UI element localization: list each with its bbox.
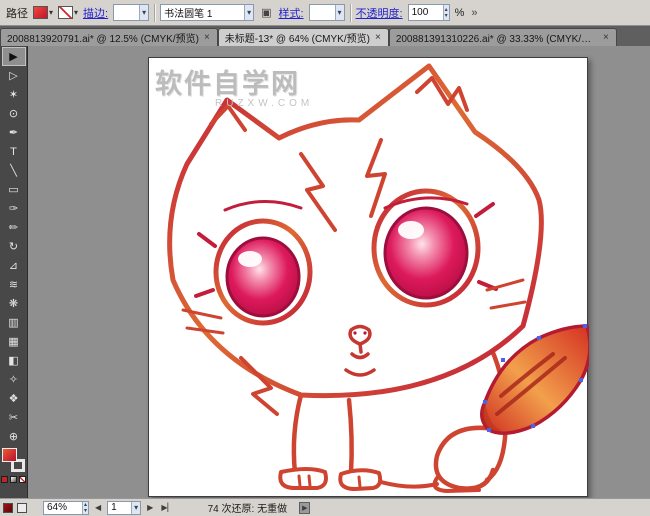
brush-combo[interactable]: 书法圆笔 1 ▾ [160, 4, 254, 21]
scale-tool[interactable]: ⊿ [2, 256, 26, 275]
mini-fill-swatch[interactable] [3, 503, 13, 513]
opacity-input[interactable]: 100 ▴▾ [408, 4, 450, 21]
none-button[interactable] [19, 476, 26, 483]
chevron-down-icon: ▾ [131, 502, 140, 514]
main-area: ▶▷✶⊙✒T╲▭✑✏↻⊿≋❋▥▦◧✧❖✂⊕ [0, 46, 650, 498]
tab-label: 200881391310226.ai* @ 33.33% (CMYK/预览) [396, 30, 598, 45]
tab-close-icon[interactable]: × [203, 32, 211, 43]
opacity-value: 100 [412, 7, 429, 18]
zoom-value: 64% [47, 502, 67, 513]
artboard-number: 1 [111, 502, 117, 513]
tools-column: ▶▷✶⊙✒T╲▭✑✏↻⊿≋❋▥▦◧✧❖✂⊕ [2, 47, 26, 446]
document-tab-3[interactable]: 200881391310226.ai* @ 33.33% (CMYK/预览) × [389, 28, 617, 46]
style-link[interactable]: 样式: [279, 5, 304, 21]
status-expand-button[interactable]: ▶ [299, 502, 310, 514]
chevron-down-icon: ▾ [74, 8, 78, 17]
chevron-down-icon: ▾ [139, 5, 148, 20]
rectangle-tool[interactable]: ▭ [2, 180, 26, 199]
stroke-color-swatch[interactable]: ▾ [58, 6, 78, 19]
warp-tool[interactable]: ≋ [2, 275, 26, 294]
magic-wand-tool[interactable]: ✶ [2, 85, 26, 104]
stroke-none-icon [58, 6, 73, 19]
paintbrush-tool[interactable]: ✑ [2, 199, 26, 218]
chevron-down-icon: ▾ [244, 5, 253, 20]
selection-tool[interactable]: ▶ [2, 47, 26, 66]
tab-label: 未标题-13* @ 64% (CMYK/预览) [225, 30, 370, 45]
symbol-sprayer-tool[interactable]: ❋ [2, 294, 26, 313]
chevron-down-icon: ▾ [335, 5, 344, 20]
opacity-unit: % [455, 7, 465, 19]
tab-bar: 2008813920791.ai* @ 12.5% (CMYK/预览)×未标题-… [0, 26, 650, 46]
line-tool[interactable]: ╲ [2, 161, 26, 180]
opacity-link[interactable]: 不透明度: [356, 5, 403, 21]
illustrator-window: 路径 ▾ ▾ 描边: ▾ 书法圆笔 1 ▾ ▣ 样式: ▾ 不透明度: 100 … [0, 0, 650, 516]
document-tab-1[interactable]: 2008813920791.ai* @ 12.5% (CMYK/预览) × [0, 28, 218, 46]
type-tool[interactable]: T [2, 142, 26, 161]
pencil-tool[interactable]: ✏ [2, 218, 26, 237]
fill-stroke-indicator[interactable] [2, 448, 26, 472]
stroke-link[interactable]: 描边: [83, 5, 108, 21]
tab-label: 2008813920791.ai* @ 12.5% (CMYK/预览) [7, 30, 199, 45]
tools-panel: ▶▷✶⊙✒T╲▭✑✏↻⊿≋❋▥▦◧✧❖✂⊕ [0, 46, 28, 498]
separator [350, 4, 351, 22]
path-label: 路径 [6, 5, 28, 21]
mesh-tool[interactable]: ▦ [2, 332, 26, 351]
blend-tool[interactable]: ❖ [2, 389, 26, 408]
pen-tool[interactable]: ✒ [2, 123, 26, 142]
tab-close-icon[interactable]: × [374, 32, 382, 43]
fill-color-swatch[interactable]: ▾ [33, 6, 53, 19]
overflow-chevron-icon[interactable]: » [469, 7, 479, 19]
artboard[interactable]: 软件自学网 RUZXW.COM [148, 57, 588, 497]
fill-color-icon [33, 6, 48, 19]
next-artboard-button[interactable]: ▶ [145, 503, 155, 512]
document-tab-2[interactable]: 未标题-13* @ 64% (CMYK/预览) × [218, 28, 389, 46]
color-button[interactable] [1, 476, 8, 483]
graph-tool[interactable]: ▥ [2, 313, 26, 332]
control-bar: 路径 ▾ ▾ 描边: ▾ 书法圆笔 1 ▾ ▣ 样式: ▾ 不透明度: 100 … [0, 0, 650, 26]
brush-value: 书法圆笔 1 [164, 5, 212, 20]
stroke-weight-combo[interactable]: ▾ [113, 4, 149, 21]
prev-artboard-button[interactable]: ◀ [93, 503, 103, 512]
lasso-tool[interactable]: ⊙ [2, 104, 26, 123]
scissors-tool[interactable]: ✂ [2, 408, 26, 427]
status-bar: 64% ▴▾ ◀ 1 ▾ ▶ ▶▏ 74 次还原: 无重做 ▶ [0, 498, 650, 516]
fill-indicator-icon [2, 448, 17, 462]
zoom-combo[interactable]: 64% ▴▾ [43, 501, 89, 515]
eyedropper-tool[interactable]: ✧ [2, 370, 26, 389]
mini-stroke-swatch[interactable] [17, 503, 27, 513]
tab-close-icon[interactable]: × [602, 32, 610, 43]
style-combo[interactable]: ▾ [309, 4, 345, 21]
rotate-tool[interactable]: ↻ [2, 237, 26, 256]
separator [154, 4, 155, 22]
spinner-arrows-icon[interactable]: ▴▾ [82, 502, 88, 514]
canvas-area[interactable]: 软件自学网 RUZXW.COM [28, 46, 650, 498]
chevron-down-icon: ▾ [49, 8, 53, 17]
brush-options-icon[interactable]: ▣ [259, 6, 273, 19]
gradient-tool[interactable]: ◧ [2, 351, 26, 370]
spinner-arrows-icon[interactable]: ▴▾ [443, 5, 449, 20]
zoom-tool[interactable]: ⊕ [2, 427, 26, 446]
undo-status: 74 次还原: 无重做 [208, 500, 287, 515]
artboard-number-combo[interactable]: 1 ▾ [107, 501, 141, 515]
color-mode-buttons [1, 476, 26, 483]
direct-selection-tool[interactable]: ▷ [2, 66, 26, 85]
cat-artwork[interactable] [149, 58, 589, 498]
gradient-button[interactable] [10, 476, 17, 483]
last-artboard-button[interactable]: ▶▏ [159, 503, 175, 512]
